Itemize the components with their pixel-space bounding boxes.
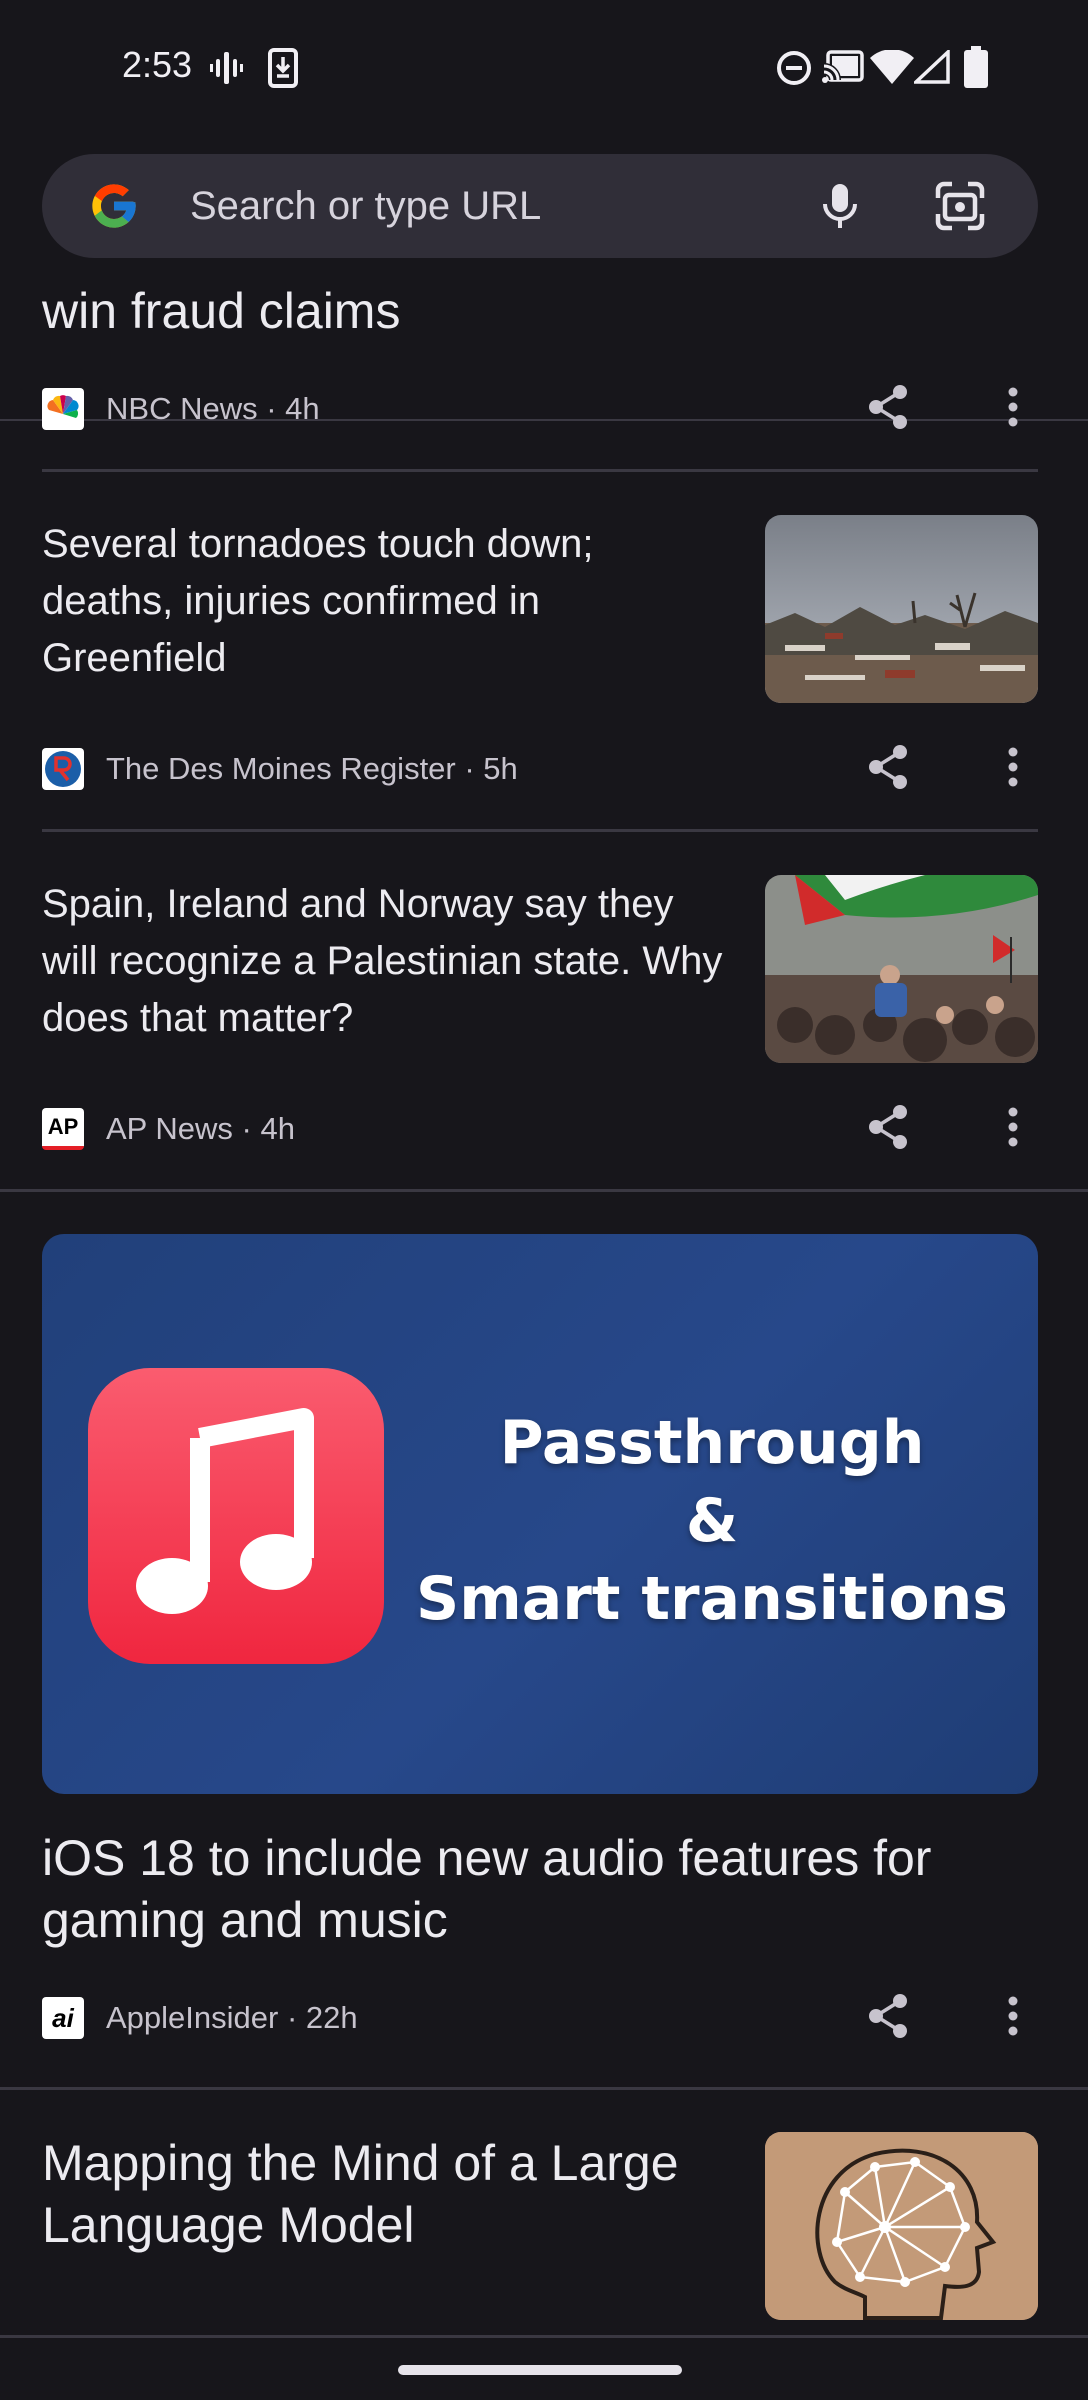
gesture-nav-handle[interactable] [398,2365,682,2375]
hero-text-line: & [685,1486,739,1556]
wifi-icon [870,50,914,84]
vibrate-icon [210,52,243,84]
download-icon [268,48,298,88]
status-bar: 2:53 [0,0,1088,140]
more-options-icon[interactable] [998,745,1028,789]
hero-text: Passthrough & Smart transitions [402,1404,1022,1638]
hero-image[interactable]: Passthrough & Smart transitions [42,1234,1038,1794]
search-box[interactable]: Search or type URL [42,154,1038,258]
card-source: The Des Moines Register · 5h [106,751,518,786]
hero-text-line: Passthrough [499,1408,925,1478]
section-divider [0,2335,1088,2338]
google-logo [92,184,136,228]
nbc-peacock-icon [42,388,84,430]
card-divider [42,829,1038,832]
card-divider [42,469,1038,472]
card-source: AppleInsider · 22h [106,2000,358,2035]
des-moines-register-icon [42,748,84,790]
do-not-disturb-icon [777,51,811,85]
card-source-row: The Des Moines Register · 5h [42,748,518,790]
status-time: 2:53 [122,44,193,85]
card-title[interactable]: iOS 18 to include new audio features for… [42,1827,1032,1951]
palestine-rally-image[interactable] [765,875,1038,1063]
card-source-row: NBC News · 4h [42,388,320,430]
card-title[interactable]: win fraud claims [42,281,400,341]
apple-music-icon [88,1368,384,1664]
share-icon[interactable] [866,1103,910,1151]
more-options-icon[interactable] [998,385,1028,429]
section-divider [0,1189,1088,1192]
appleinsider-icon: ai [42,1997,84,2039]
hero-text-line: Smart transitions [415,1564,1009,1634]
ap-news-icon: AP [42,1108,84,1150]
section-divider [0,2087,1088,2090]
card-source: NBC News · 4h [106,391,320,426]
card-title[interactable]: Spain, Ireland and Norway say they will … [42,876,732,1047]
signal-icon [914,50,950,84]
battery-icon [964,46,988,88]
tornado-damage-image[interactable] [765,515,1038,703]
share-icon[interactable] [866,1992,910,2040]
llm-mind-image[interactable] [765,2132,1038,2320]
lens-icon[interactable] [932,178,988,234]
toolbar: Search or type URL [0,140,1088,421]
share-icon[interactable] [866,383,910,431]
more-options-icon[interactable] [998,1105,1028,1149]
card-source: AP News · 4h [106,1111,295,1146]
more-options-icon[interactable] [998,1994,1028,2038]
card-source-row: ai AppleInsider · 22h [42,1997,358,2039]
card-title[interactable]: Mapping the Mind of a Large Language Mod… [42,2132,742,2256]
cast-icon [822,50,864,83]
share-icon[interactable] [866,743,910,791]
mic-icon[interactable] [812,178,868,234]
search-placeholder[interactable]: Search or type URL [190,184,541,229]
card-title[interactable]: Several tornadoes touch down; deaths, in… [42,516,732,687]
card-source-row: AP AP News · 4h [42,1108,295,1150]
